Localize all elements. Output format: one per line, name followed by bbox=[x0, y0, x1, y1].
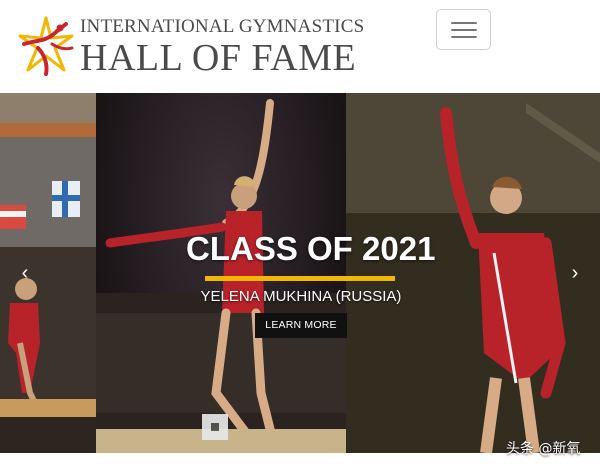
indicator-dot-icon bbox=[211, 423, 219, 431]
learn-more-button[interactable]: LEARN MORE bbox=[255, 313, 347, 338]
hero-carousel: ‹ › bbox=[0, 93, 600, 453]
logo-line-1: INTERNATIONAL GYMNASTICS bbox=[80, 16, 365, 37]
site-header: INTERNATIONAL GYMNASTICS HALL OF FAME bbox=[0, 0, 600, 92]
logo-wordmark[interactable]: INTERNATIONAL GYMNASTICS HALL OF FAME bbox=[80, 16, 364, 78]
hamburger-bar bbox=[451, 36, 477, 38]
carousel-title: CLASS OF 2021 bbox=[186, 230, 436, 267]
watermark-text: 头条 @新氧 bbox=[506, 441, 581, 457]
hamburger-menu-button[interactable] bbox=[436, 9, 491, 50]
carousel-subtitle: YELENA MUKHINA (RUSSIA) bbox=[200, 288, 402, 305]
hamburger-menu-icon bbox=[451, 22, 477, 24]
carousel-indicator[interactable] bbox=[202, 414, 228, 440]
title-accent-rule bbox=[205, 276, 395, 281]
gymnast-star-logo-icon[interactable] bbox=[16, 14, 76, 78]
hamburger-bar bbox=[451, 29, 477, 31]
chevron-right-icon[interactable]: › bbox=[558, 253, 592, 293]
carousel-photo-center bbox=[96, 93, 346, 453]
chevron-left-icon[interactable]: ‹ bbox=[8, 253, 42, 293]
logo-line-2: HALL OF FAME bbox=[80, 37, 357, 79]
